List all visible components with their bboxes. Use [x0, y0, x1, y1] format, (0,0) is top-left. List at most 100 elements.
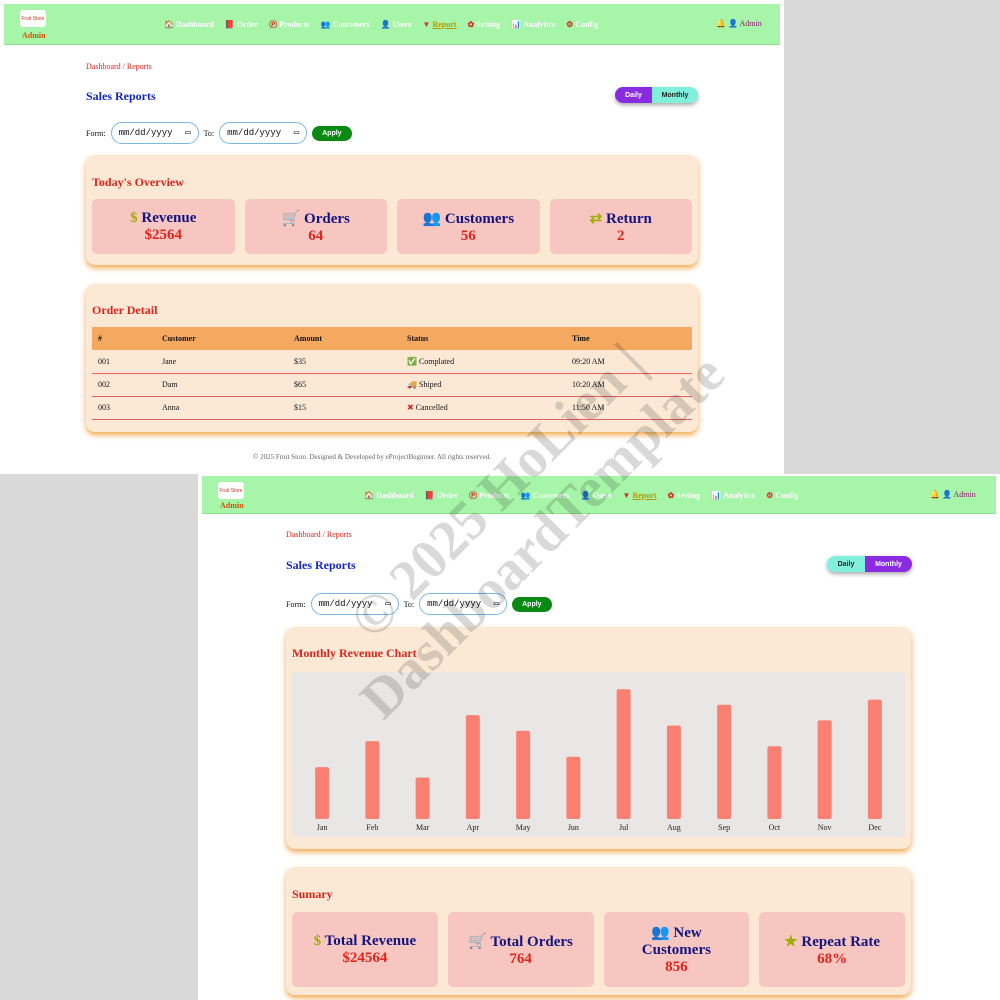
nav-item-config[interactable]: ⚙ Config [566, 19, 598, 30]
nav-label: Analytics [723, 491, 756, 500]
daily-toggle-button[interactable]: Daily [615, 87, 652, 103]
monthly-report-panel: Fruit Store Admin 🏠 Dashboard 📕 Order Ⓟ Pro… [198, 474, 1000, 1000]
user-menu[interactable]: 🔔 👤 Admin [716, 19, 762, 28]
nav-item-order[interactable]: 📕 Order [225, 19, 258, 30]
footer-text: © 2025 Fruit Store. Designed & Developed… [253, 453, 491, 461]
cart-icon: 🛒 [281, 210, 301, 227]
chart-icon: 📊 [711, 491, 722, 500]
apply-button[interactable]: Apply [312, 125, 352, 141]
x-tick-label: Feb [366, 823, 378, 832]
column-header: Status [401, 327, 566, 350]
nav-item-products[interactable]: Ⓟ Products [269, 19, 310, 30]
bar-aug [666, 725, 681, 819]
user-menu[interactable]: 🔔 👤 Admin [930, 490, 976, 499]
nav-item-config[interactable]: ⚙ Config [766, 490, 798, 501]
nav-item-dashboard[interactable]: 🏠 Dashboard [164, 19, 214, 30]
star-icon: ★ [784, 933, 798, 950]
to-label: To: [203, 128, 215, 138]
status-text: Cancelled [415, 403, 448, 412]
top-navbar: Fruit Store Admin 🏠 Dashboard 📕 Order Ⓟ Pro… [4, 4, 780, 45]
revenue-bar-chart: Jan Feb Mar Apr May Jun Jul Aug Sep Oct Nov Dec [292, 672, 905, 837]
breadcrumb[interactable]: Dashboard / Reports [86, 62, 152, 71]
status-text: Complated [418, 356, 455, 366]
x-tick-label: Dec [868, 823, 881, 832]
monthly-toggle-button[interactable]: Monthly [865, 556, 912, 572]
table-row[interactable]: 002 Dam $65 🚚 Shiped 10:20 AM [92, 373, 692, 397]
nav-label: Order [236, 20, 259, 29]
to-date-input[interactable]: mm/dd/yyyy ▭ [419, 593, 508, 615]
bar-apr [465, 715, 480, 819]
nav-item-customers[interactable]: 👥 Customers [321, 19, 370, 30]
users-icon: 👥 [650, 925, 670, 941]
nav-item-customers[interactable]: 👥 Customers [521, 490, 570, 501]
chart-icon: 📊 [511, 20, 522, 29]
from-date-input[interactable]: mm/dd/yyyy ▭ [110, 122, 199, 144]
bar-jun [566, 756, 581, 819]
tile-label: Orders [304, 210, 350, 227]
nav-item-users[interactable]: 👤 Users [580, 490, 611, 501]
nav-item-order[interactable]: 📕 Order [425, 490, 458, 501]
status-text: Shiped [418, 380, 442, 389]
cogs-icon: ⚙ [766, 491, 774, 500]
nav-label: Order [436, 491, 459, 500]
user-icon: 👤 [580, 491, 591, 500]
top-navbar: Fruit Store Admin 🏠 Dashboard 📕 Order Ⓟ Pro… [202, 476, 996, 514]
order-status: 🚚 Shiped [401, 373, 566, 397]
monthly-toggle-button[interactable]: Monthly [652, 87, 698, 103]
total-orders-tile: 🛒 Total Orders 764 [447, 912, 594, 987]
dollar-icon: $ [313, 932, 322, 949]
nav-label: Users [592, 491, 612, 500]
from-date-input[interactable]: mm/dd/yyyy ▭ [310, 593, 399, 615]
nav-label: Config [575, 20, 599, 29]
x-tick-label: Apr [467, 823, 480, 832]
table-row[interactable]: 001 Jane $35 ✅ Complated 09:20 AM [92, 350, 692, 374]
nav-item-analytics[interactable]: 📊 Analytics [511, 19, 555, 30]
bar-may [516, 730, 531, 819]
admin-label: Admin [220, 501, 244, 510]
users-icon: 👥 [422, 210, 442, 227]
order-table: # Customer Amount Status Time 001 Jane $… [92, 327, 692, 420]
nav-item-products[interactable]: Ⓟ Products [469, 490, 510, 501]
date-filter: Form: mm/dd/yyyy ▭ To: mm/dd/yyyy ▭ Apply [286, 593, 552, 615]
nav-item-report[interactable]: ▼ Report [423, 19, 457, 30]
logo[interactable]: Fruit Store [20, 10, 46, 27]
tile-value: $2564 [144, 226, 183, 243]
book-icon: 📕 [424, 491, 435, 500]
monthly-chart-card: Monthly Revenue Chart Jan Feb Mar Apr May Jun… [286, 627, 911, 849]
apply-button[interactable]: Apply [512, 596, 552, 612]
nav-item-setting[interactable]: ✿ Setting [667, 490, 700, 501]
nav-label: Report [632, 491, 657, 500]
bar-mar [415, 777, 430, 819]
tile-label: Revenue [141, 209, 197, 226]
bar-jan [315, 767, 330, 819]
revenue-tile: $ Revenue $2564 [92, 199, 235, 254]
home-icon: 🏠 [364, 491, 374, 500]
nav-item-analytics[interactable]: 📊 Analytics [711, 490, 755, 501]
nav-menu: 🏠 Dashboard 📕 Order Ⓟ Products 👥 Customers 👤… [164, 19, 598, 30]
date-placeholder: mm/dd/yyyy [427, 599, 482, 609]
daily-report-panel: Fruit Store Admin 🏠 Dashboard 📕 Order Ⓟ Pro… [0, 0, 784, 474]
to-label: To: [403, 599, 415, 609]
gear-icon: ✿ [467, 20, 475, 29]
to-date-input[interactable]: mm/dd/yyyy ▭ [219, 122, 308, 144]
nav-item-users[interactable]: 👤 Users [380, 19, 411, 30]
bar-sep [717, 704, 732, 819]
tile-label: Repeat Rate [801, 933, 881, 950]
tile-label: Total Revenue [324, 932, 417, 949]
logo-text: Fruit Store [21, 15, 45, 22]
nav-item-report[interactable]: ▼ Report [623, 490, 657, 501]
date-placeholder: mm/dd/yyyy [318, 599, 373, 609]
daily-toggle-button[interactable]: Daily [827, 556, 865, 572]
total-revenue-tile: $ Total Revenue $24564 [292, 912, 438, 987]
nav-item-dashboard[interactable]: 🏠 Dashboard [364, 490, 414, 501]
table-row[interactable]: 003 Anna $15 ✖ Cancelled 11:50 AM [92, 396, 692, 420]
gear-icon: ✿ [667, 491, 675, 500]
breadcrumb[interactable]: Dashboard / Reports [286, 530, 352, 539]
cross-icon: ✖ [407, 403, 414, 412]
order-id: 002 [92, 373, 156, 397]
nav-item-setting[interactable]: ✿ Setting [467, 19, 500, 30]
order-amount: $65 [288, 373, 401, 397]
x-tick-label: May [516, 823, 531, 832]
nav-label: Users [392, 20, 412, 29]
logo[interactable]: Fruit Store [218, 482, 244, 499]
